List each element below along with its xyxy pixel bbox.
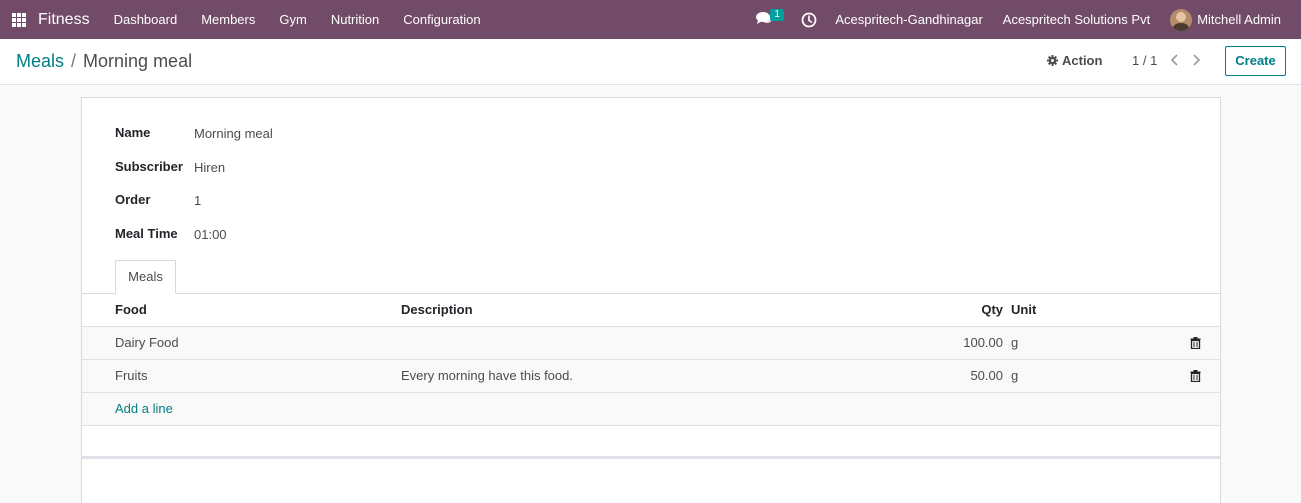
- breadcrumb-separator: /: [71, 51, 77, 71]
- clock-icon[interactable]: [801, 12, 817, 28]
- qty-cell[interactable]: 50.00: [970, 360, 1003, 392]
- meal-time-label: Meal Time: [115, 226, 178, 241]
- subscriber-field[interactable]: Hiren: [194, 160, 225, 175]
- app-brand[interactable]: Fitness: [38, 11, 90, 29]
- chevron-left-icon[interactable]: [1170, 53, 1180, 67]
- meals-table: Food Description Qty Unit Dairy Food 100…: [82, 294, 1220, 459]
- qty-cell[interactable]: 100.00: [963, 327, 1003, 359]
- trash-icon[interactable]: [1190, 337, 1201, 349]
- main-menu: Dashboard Members Gym Nutrition Configur…: [102, 0, 493, 39]
- chat-button[interactable]: 1: [755, 8, 784, 30]
- action-button[interactable]: Action: [1047, 53, 1102, 68]
- menu-gym[interactable]: Gym: [267, 0, 318, 39]
- add-line-row: Add a line: [82, 393, 1220, 426]
- food-cell[interactable]: Dairy Food: [115, 327, 179, 359]
- menu-configuration[interactable]: Configuration: [391, 0, 492, 39]
- avatar: [1170, 8, 1193, 31]
- form-sheet: Name Morning meal Subscriber Hiren Order…: [81, 97, 1221, 503]
- order-field[interactable]: 1: [194, 193, 201, 208]
- column-description[interactable]: Description: [401, 294, 473, 326]
- navbar-systray: 1 Acespritech-Gandhinagar Acespritech So…: [755, 0, 1301, 39]
- gear-icon: [1047, 55, 1058, 66]
- page-title: Morning meal: [83, 51, 193, 71]
- chat-count-badge: 1: [770, 8, 784, 21]
- breadcrumb: Meals / Morning meal: [16, 51, 192, 72]
- add-line-link[interactable]: Add a line: [115, 393, 173, 425]
- order-label: Order: [115, 192, 151, 207]
- unit-cell[interactable]: g: [1011, 327, 1018, 359]
- top-navbar: Fitness Dashboard Members Gym Nutrition …: [0, 0, 1301, 39]
- table-header: Food Description Qty Unit: [82, 294, 1220, 327]
- description-cell[interactable]: Every morning have this food.: [401, 360, 573, 392]
- breadcrumb-meals-link[interactable]: Meals: [16, 51, 64, 72]
- table-footer-rule: [82, 456, 1220, 458]
- control-panel: Meals / Morning meal Action 1 / 1 Create: [0, 39, 1301, 85]
- menu-nutrition[interactable]: Nutrition: [319, 0, 391, 39]
- subscriber-label: Subscriber: [115, 159, 183, 174]
- menu-dashboard[interactable]: Dashboard: [102, 0, 190, 39]
- name-field[interactable]: Morning meal: [194, 126, 273, 141]
- user-menu[interactable]: Mitchell Admin: [1170, 8, 1281, 31]
- action-label: Action: [1062, 53, 1103, 68]
- tab-meals[interactable]: Meals: [115, 260, 176, 294]
- column-qty[interactable]: Qty: [981, 294, 1003, 326]
- apps-grid-icon[interactable]: [12, 12, 26, 27]
- table-filler-row: [82, 426, 1220, 459]
- table-row[interactable]: Fruits Every morning have this food. 50.…: [82, 360, 1220, 393]
- user-name: Mitchell Admin: [1197, 12, 1281, 27]
- meal-time-field[interactable]: 01:00: [194, 227, 227, 242]
- company-switcher[interactable]: Acespritech-Gandhinagar: [835, 12, 982, 27]
- create-button[interactable]: Create: [1225, 46, 1286, 76]
- company-name[interactable]: Acespritech Solutions Pvt: [1003, 12, 1150, 27]
- unit-cell[interactable]: g: [1011, 360, 1018, 392]
- menu-members[interactable]: Members: [189, 0, 267, 39]
- column-food[interactable]: Food: [115, 294, 147, 326]
- name-label: Name: [115, 125, 151, 140]
- trash-icon[interactable]: [1190, 370, 1201, 382]
- food-cell[interactable]: Fruits: [115, 360, 148, 392]
- table-row[interactable]: Dairy Food 100.00 g: [82, 327, 1220, 360]
- pager-value[interactable]: 1 / 1: [1132, 53, 1157, 68]
- column-unit[interactable]: Unit: [1011, 294, 1036, 326]
- chevron-right-icon[interactable]: [1191, 53, 1201, 67]
